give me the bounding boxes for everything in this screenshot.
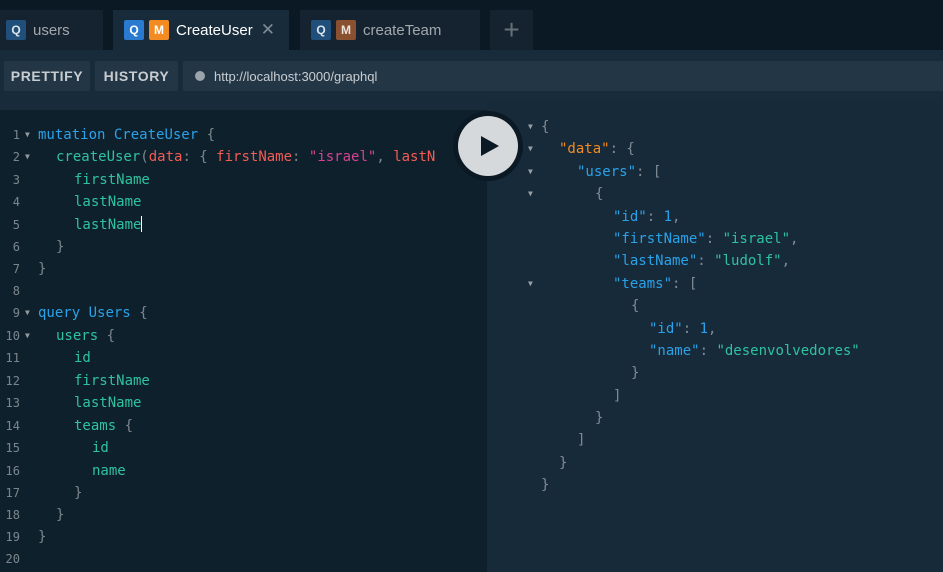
json-line: "users": [ [577, 164, 662, 180]
endpoint-bar [183, 61, 943, 91]
line-number: 20 [5, 552, 20, 566]
json-line: ] [613, 388, 622, 404]
line-number: 2 [12, 150, 20, 164]
fold-arrow-icon[interactable]: ▼ [25, 146, 30, 168]
line-number: 7 [12, 262, 20, 276]
json-line: } [541, 477, 550, 493]
code-line: } [38, 529, 47, 545]
json-line: { [631, 298, 640, 314]
json-line: } [559, 455, 568, 471]
json-line: } [631, 365, 640, 381]
json-line: { [595, 186, 604, 202]
json-line: "id": 1, [649, 321, 717, 337]
line-number: 10 [5, 329, 20, 343]
line-number: 4 [12, 195, 20, 209]
code-line: id [74, 350, 91, 366]
line-number: 15 [5, 441, 20, 455]
json-line: "data": { [559, 141, 635, 157]
fold-arrow-icon[interactable]: ▼ [528, 138, 533, 160]
fold-arrow-icon[interactable]: ▼ [528, 273, 533, 295]
line-number: 18 [5, 508, 20, 522]
endpoint-url-input[interactable] [214, 68, 814, 84]
fold-arrow-icon[interactable]: ▼ [528, 116, 533, 138]
line-number: 16 [5, 464, 20, 478]
code-line: teams { [74, 418, 134, 434]
tab-createuser[interactable]: Q M CreateUser ✕ [113, 10, 289, 50]
code-line: lastName [74, 194, 142, 210]
line-number: 1 [12, 128, 20, 142]
code-line: lastName [74, 395, 142, 411]
fold-arrow-icon[interactable]: ▼ [528, 183, 533, 205]
line-number: 5 [12, 218, 20, 232]
query-badge: Q [6, 20, 26, 40]
mutation-badge: M [149, 20, 169, 40]
code-line: firstName [74, 373, 150, 389]
json-line: "name": "desenvolvedores" [649, 343, 860, 359]
code-line: } [74, 485, 83, 501]
fold-arrow-icon[interactable]: ▼ [528, 161, 533, 183]
plus-icon: + [503, 14, 520, 45]
execute-query-button[interactable] [453, 111, 523, 181]
close-icon[interactable]: ✕ [261, 20, 275, 40]
line-number: 13 [5, 396, 20, 410]
tab-bar: Q users Q M CreateUser ✕ Q M createTeam … [0, 0, 943, 50]
line-number: 6 [12, 240, 20, 254]
code-line: createUser(data: { firstName: "israel", … [56, 149, 436, 165]
code-line: lastName [74, 216, 143, 233]
code-line: users { [56, 328, 116, 344]
json-line: "id": 1, [613, 209, 681, 225]
result-viewer: ▼ ▼ ▼ ▼ ▼ { "data": { "users": [ { "id":… [487, 102, 943, 572]
code-line: } [56, 239, 65, 255]
line-number: 12 [5, 374, 20, 388]
tab-label: CreateUser [176, 21, 253, 39]
query-editor[interactable]: 1 2 3 4 5 6 7 8 9 10 11 12 13 14 15 16 1… [0, 102, 487, 572]
line-number: 8 [12, 284, 20, 298]
tab-createteam[interactable]: Q M createTeam [300, 10, 480, 50]
mutation-badge: M [336, 20, 356, 40]
fold-arrow-icon[interactable]: ▼ [25, 124, 30, 146]
history-button[interactable]: HISTORY [95, 61, 178, 91]
code-line: query Users { [38, 305, 148, 321]
line-number: 11 [5, 351, 20, 365]
fold-arrow-icon[interactable]: ▼ [25, 325, 30, 347]
status-dot-icon [195, 71, 205, 81]
add-tab-button[interactable]: + [490, 10, 533, 50]
fold-arrow-icon[interactable]: ▼ [25, 302, 30, 324]
code-line: firstName [74, 172, 150, 188]
json-line: { [541, 119, 550, 135]
code-line: } [38, 261, 47, 277]
code-line: mutation CreateUser { [38, 127, 216, 143]
tab-users[interactable]: Q users [0, 10, 103, 50]
tab-label: createTeam [363, 21, 442, 39]
line-number: 3 [12, 173, 20, 187]
json-line: ] [577, 432, 586, 448]
line-number: 19 [5, 530, 20, 544]
prettify-button[interactable]: PRETTIFY [4, 61, 90, 91]
json-line: "firstName": "israel", [613, 231, 799, 247]
line-number: 17 [5, 486, 20, 500]
line-number: 14 [5, 419, 20, 433]
json-line: } [595, 410, 604, 426]
code-line: name [92, 463, 126, 479]
tab-label: users [33, 21, 70, 39]
json-line: "teams": [ [613, 276, 698, 292]
toolbar: PRETTIFY HISTORY [0, 50, 943, 102]
text-cursor [141, 216, 143, 232]
code-line: id [92, 440, 109, 456]
json-line: "lastName": "ludolf", [613, 253, 791, 269]
code-line: } [56, 507, 65, 523]
query-badge: Q [124, 20, 144, 40]
query-badge: Q [311, 20, 331, 40]
play-icon [481, 136, 499, 156]
line-number: 9 [12, 306, 20, 320]
